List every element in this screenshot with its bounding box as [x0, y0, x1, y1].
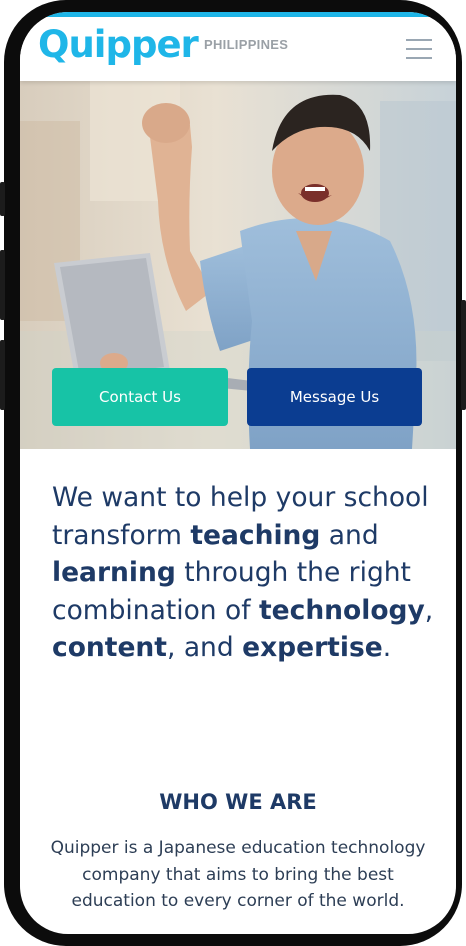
- phone-frame: Quipper PHILIPPINES Contact Us Message U…: [0, 0, 466, 946]
- phone-volume-up-button: [0, 250, 5, 320]
- who-we-are-body: Quipper is a Japanese education technolo…: [50, 838, 426, 911]
- phone-volume-down-button: [0, 340, 5, 410]
- phone-power-button: [461, 300, 466, 410]
- intro-statement: We want to help your school transform te…: [52, 479, 438, 667]
- phone-side-button: [0, 182, 5, 216]
- intro-emphasis-learning: learning: [52, 557, 176, 588]
- country-label: PHILIPPINES: [204, 37, 289, 52]
- intro-emphasis-expertise: expertise: [242, 632, 383, 663]
- hamburger-menu-icon[interactable]: [406, 37, 434, 61]
- phone-screen: Quipper PHILIPPINES Contact Us Message U…: [20, 12, 456, 934]
- hero-banner: Contact Us Message Us: [20, 81, 456, 449]
- quipper-logo[interactable]: Quipper: [38, 23, 199, 66]
- intro-text: .: [382, 632, 392, 663]
- message-us-button[interactable]: Message Us: [247, 368, 422, 426]
- site-header: Quipper PHILIPPINES: [20, 17, 456, 81]
- who-we-are-heading: WHO WE ARE: [159, 790, 317, 814]
- intro-text: , and: [166, 632, 243, 663]
- intro-emphasis-teaching: teaching: [190, 519, 321, 551]
- intro-text: and: [320, 519, 379, 551]
- intro-emphasis-content: content: [52, 632, 167, 663]
- contact-us-button[interactable]: Contact Us: [52, 368, 228, 426]
- intro-text: ,: [424, 594, 434, 626]
- intro-emphasis-technology: technology: [258, 594, 425, 626]
